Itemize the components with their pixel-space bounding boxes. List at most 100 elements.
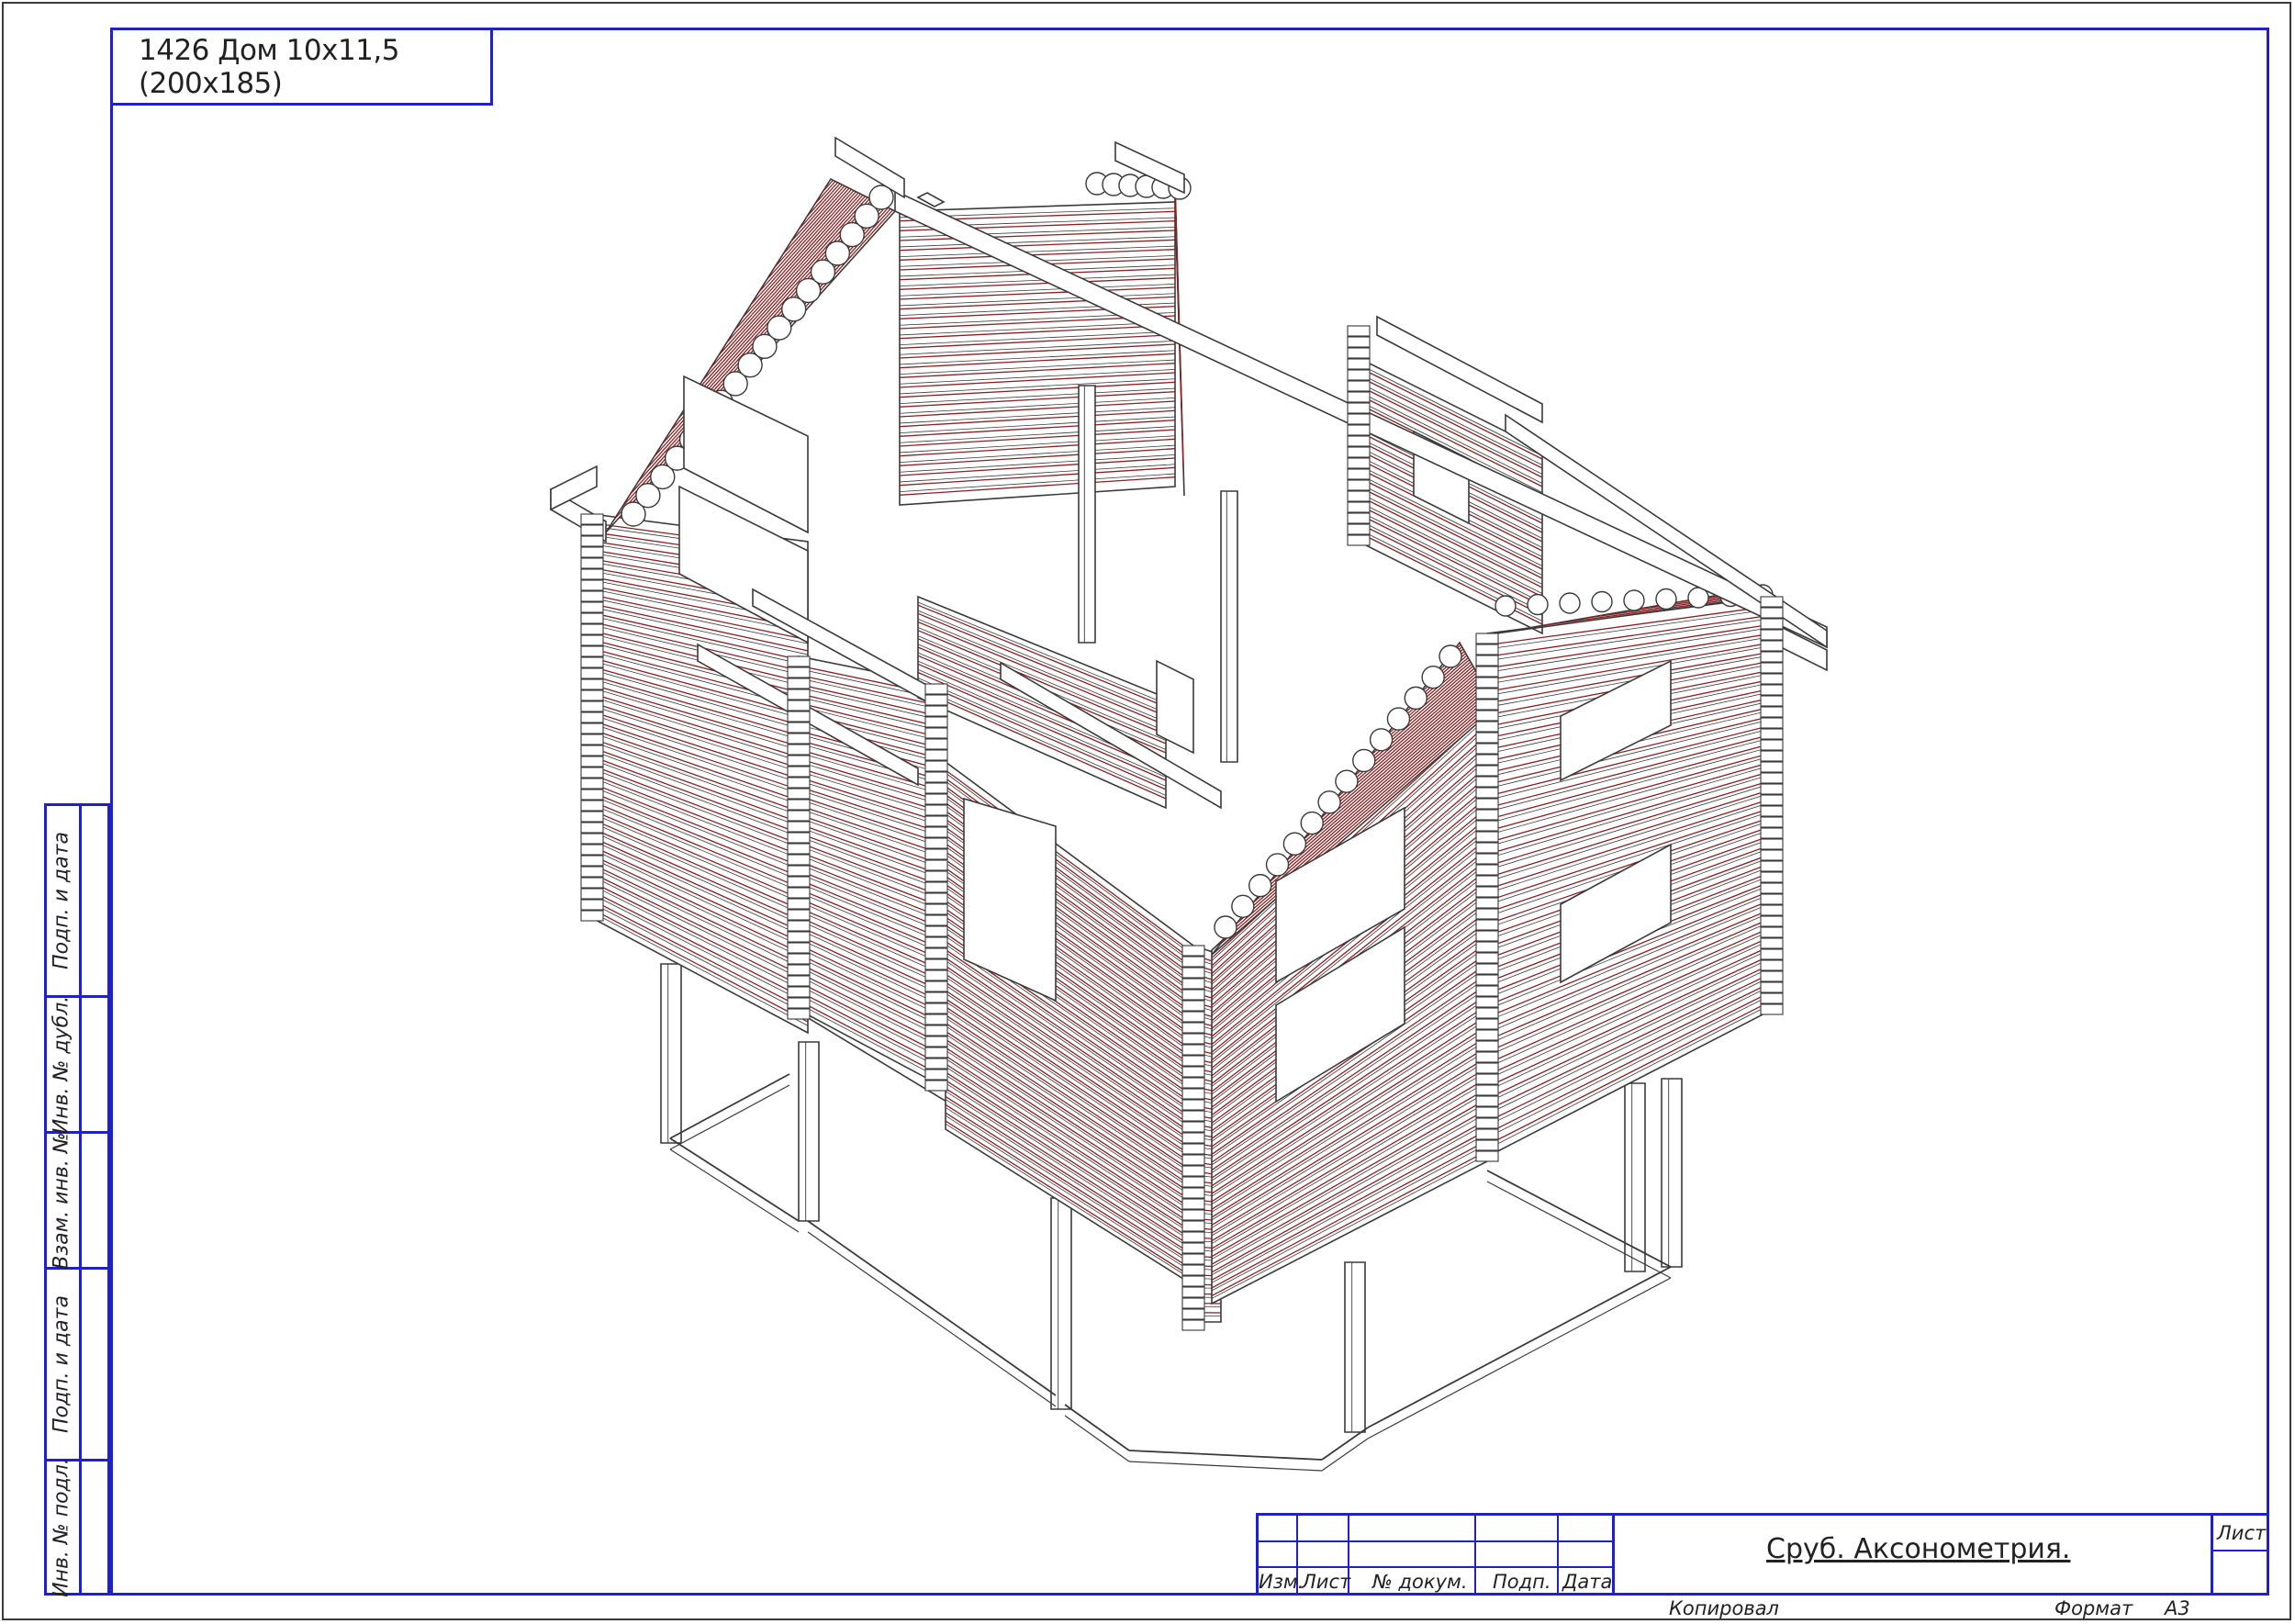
corner-log-end: [1760, 948, 1784, 960]
corner-log-end: [1760, 827, 1784, 839]
corner-log-end: [580, 601, 604, 613]
corner-log-end: [1760, 761, 1784, 773]
corner-log-end: [1181, 1044, 1205, 1056]
corner-log-end: [580, 623, 604, 635]
corner-log-end: [1181, 1209, 1205, 1221]
corner-log-end: [580, 833, 604, 845]
foundation-post: [1050, 1197, 1072, 1410]
corner-log-end: [1475, 1040, 1499, 1052]
corner-log-end: [580, 535, 604, 547]
corner-log-end: [580, 844, 604, 856]
corner-log-end: [1475, 1150, 1499, 1162]
corner-log-end: [924, 859, 948, 871]
corner-log-end: [787, 689, 811, 700]
corner-log-end: [1475, 886, 1499, 898]
corner-log-end: [1475, 930, 1499, 942]
corner-log-end: [787, 964, 811, 976]
corner-log-end: [1475, 798, 1499, 810]
gable-log-end: [1352, 748, 1376, 773]
ground-frame: [807, 1220, 1057, 1396]
corner-log-end: [787, 744, 811, 756]
corner-log-end: [580, 767, 604, 778]
corner-log-end: [787, 777, 811, 789]
corner-log-end: [1760, 607, 1784, 619]
corner-log-end: [1760, 937, 1784, 949]
corner-log-end: [580, 568, 604, 580]
corner-log-end: [1760, 596, 1784, 608]
corner-log-end: [1181, 1319, 1205, 1331]
corner-log-end: [1475, 1062, 1499, 1074]
ground-frame: [669, 1148, 800, 1233]
corner-log-end: [580, 877, 604, 889]
corner-log-end: [580, 811, 604, 823]
corner-log-end: [1181, 1264, 1205, 1276]
corner-log-end: [1347, 325, 1371, 337]
corner-log-end: [924, 782, 948, 794]
corner-log-end: [787, 733, 811, 745]
corner-log-end: [1475, 919, 1499, 931]
corner-log-end: [1475, 831, 1499, 843]
corner-log-end: [1475, 985, 1499, 997]
gable-log-end: [1527, 593, 1549, 616]
log-house-axonometry: [550, 136, 1828, 1472]
corner-log-end: [787, 832, 811, 844]
log-seam: [701, 196, 868, 382]
corner-log-end: [1475, 776, 1499, 788]
corner-log-end: [580, 789, 604, 801]
corner-log-end: [1181, 1198, 1205, 1210]
gable-log-end: [1369, 728, 1394, 752]
corner-log-end: [1181, 1297, 1205, 1309]
corner-log-end: [924, 727, 948, 739]
corner-log-end: [1760, 992, 1784, 1004]
corner-log-end: [580, 800, 604, 812]
corner-log-end: [1475, 1073, 1499, 1085]
corner-log-end: [1475, 1139, 1499, 1151]
corner-log-end: [924, 826, 948, 838]
corner-log-end: [1181, 1143, 1205, 1155]
corner-log-end: [1760, 816, 1784, 828]
corner-log-end: [1181, 1000, 1205, 1012]
corner-log-end: [924, 837, 948, 849]
corner-log-end: [924, 1058, 948, 1070]
corner-log-end: [1475, 666, 1499, 678]
corner-log-end: [1475, 710, 1499, 722]
corner-log-end: [787, 865, 811, 877]
ground-frame: [669, 1084, 790, 1150]
corner-log-end: [1760, 706, 1784, 718]
gable-log-end: [1214, 915, 1237, 939]
corner-log-end: [580, 734, 604, 745]
ground-frame: [1128, 1461, 1323, 1472]
ground-frame: [1064, 1404, 1130, 1451]
corner-log-end: [580, 822, 604, 834]
gable-log-end: [1386, 707, 1411, 731]
corner-log-end: [1475, 820, 1499, 832]
corner-log-end: [580, 557, 604, 569]
corner-log-end: [924, 870, 948, 882]
corner-log-end: [1760, 860, 1784, 872]
corner-log-end: [787, 931, 811, 943]
corner-log-end: [924, 881, 948, 893]
corner-log-end: [1760, 1003, 1784, 1015]
corner-log-end: [1347, 457, 1371, 469]
corner-log-end: [1760, 684, 1784, 696]
corner-log-end: [787, 655, 811, 667]
corner-log-end: [1760, 739, 1784, 751]
corner-log-end: [1760, 959, 1784, 971]
corner-log-end: [924, 1047, 948, 1058]
corner-log-end: [1181, 1066, 1205, 1078]
corner-log-end: [787, 920, 811, 932]
corner-log-end: [1475, 644, 1499, 655]
corner-log-end: [787, 722, 811, 734]
corner-log-end: [787, 666, 811, 678]
corner-log-end: [1475, 1051, 1499, 1063]
corner-log-end: [787, 843, 811, 855]
corner-log-end: [924, 694, 948, 706]
corner-log-end: [924, 1036, 948, 1047]
corner-log-end: [1475, 864, 1499, 876]
corner-log-end: [924, 1014, 948, 1025]
corner-log-end: [1181, 1088, 1205, 1100]
corner-log-end: [1760, 871, 1784, 883]
corner-log-end: [1475, 842, 1499, 854]
corner-log-end: [924, 716, 948, 728]
corner-log-end: [787, 854, 811, 866]
